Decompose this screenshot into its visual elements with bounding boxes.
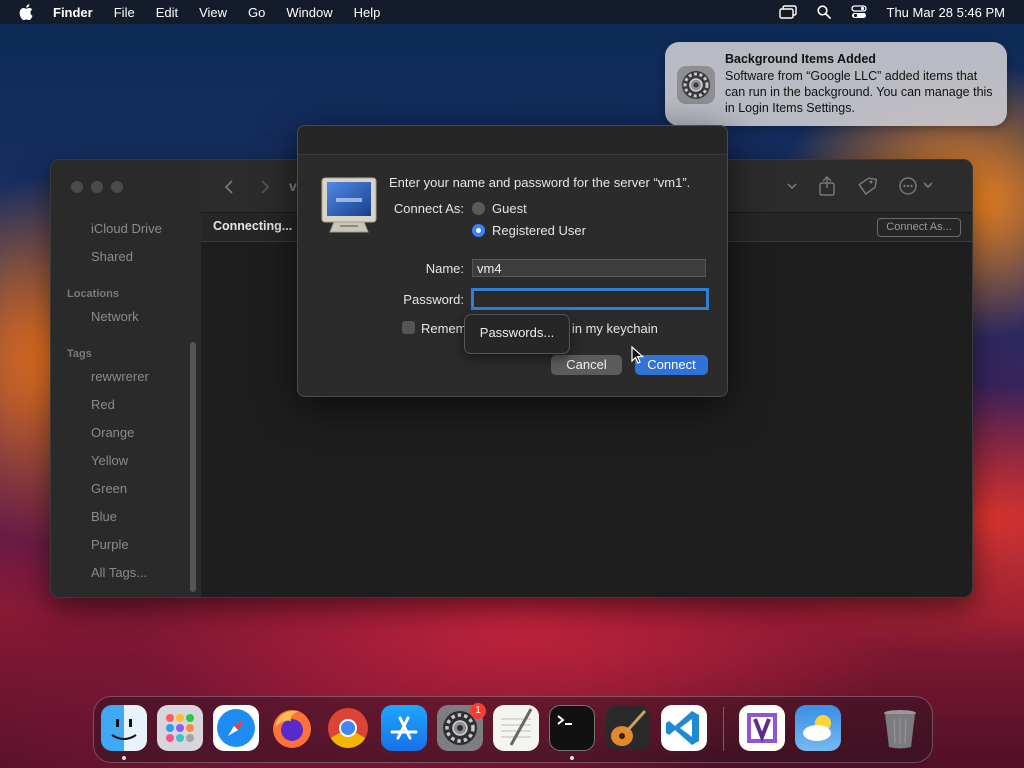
name-field[interactable]: vm4 [472, 259, 706, 277]
dock-trash[interactable] [877, 705, 923, 751]
visual-studio-icon [747, 713, 777, 743]
sidebar-item-shared[interactable]: Shared [91, 249, 133, 264]
sidebar-tag-rewwrerer[interactable]: rewwrerer [91, 369, 149, 384]
dock-visual-studio[interactable] [739, 705, 785, 751]
sidebar-item-icloud-drive[interactable]: iCloud Drive [91, 221, 162, 236]
minimize-window-button[interactable] [91, 181, 103, 193]
sidebar-scrollbar[interactable] [190, 342, 196, 592]
server-login-dialog: Enter your name and password for the ser… [297, 125, 728, 397]
sidebar-all-tags[interactable]: All Tags... [91, 565, 147, 580]
dock-weather[interactable] [795, 705, 841, 751]
remember-password-checkbox[interactable] [402, 321, 415, 334]
finder-face-icon [111, 719, 137, 740]
passwords-autofill-popup[interactable]: Passwords... [464, 314, 570, 354]
more-actions-icon[interactable] [899, 177, 937, 195]
sidebar-tag-red[interactable]: Red [91, 397, 115, 412]
remember-label-part1: Remem [421, 321, 467, 336]
radio-registered-user[interactable]: Registered User [472, 223, 586, 238]
finder-sidebar: iCloud Drive Shared Locations Network Ta… [51, 160, 201, 597]
sidebar-tag-purple[interactable]: Purple [91, 537, 129, 552]
password-label: Password: [403, 292, 464, 307]
cancel-button[interactable]: Cancel [551, 355, 622, 375]
sidebar-item-network[interactable]: Network [91, 309, 139, 324]
apple-menu-icon[interactable] [19, 4, 33, 20]
menu-bar: Finder File Edit View Go Window Help Thu… [0, 0, 1024, 24]
terminal-running-indicator [570, 756, 574, 760]
menu-window[interactable]: Window [286, 5, 332, 20]
sidebar-tag-blue[interactable]: Blue [91, 509, 117, 524]
vscode-icon [666, 711, 699, 745]
menu-edit[interactable]: Edit [156, 5, 178, 20]
radio-registered-label: Registered User [492, 223, 586, 238]
background-items-notification[interactable]: Background Items Added Software from “Go… [665, 42, 1007, 126]
launchpad-grid-icon [166, 714, 194, 742]
dock-firefox[interactable] [269, 705, 315, 751]
radio-guest-indicator[interactable] [472, 202, 485, 215]
remember-label-part2: d in my keychain [561, 321, 658, 336]
window-controls [71, 181, 123, 193]
menu-app-name[interactable]: Finder [53, 5, 93, 20]
connect-as-button[interactable]: Connect As... [877, 218, 961, 237]
dock-vscode[interactable] [661, 705, 707, 751]
dock-separator [723, 707, 724, 751]
control-center-icon[interactable] [850, 5, 867, 19]
spotlight-search-icon[interactable] [816, 5, 831, 19]
dock-terminal[interactable] [549, 705, 595, 751]
textedit-pen-icon [501, 708, 533, 746]
terminal-prompt-icon [557, 715, 572, 725]
safari-compass-icon [217, 709, 255, 747]
sidebar-section-locations: Locations [67, 288, 119, 300]
back-chevron-icon[interactable] [224, 179, 234, 195]
app-store-icon [390, 716, 418, 740]
connecting-status: Connecting... [213, 219, 293, 233]
radio-registered-indicator[interactable] [472, 224, 485, 237]
system-settings-gear-icon [677, 66, 715, 104]
radio-guest-label: Guest [492, 201, 527, 216]
forward-chevron-icon[interactable] [260, 179, 270, 195]
tag-icon[interactable] [857, 177, 877, 197]
menu-go[interactable]: Go [248, 5, 265, 20]
notification-title: Background Items Added [725, 52, 876, 66]
server-computer-icon [321, 177, 377, 233]
sidebar-tag-orange[interactable]: Orange [91, 425, 134, 440]
view-options-chevron-icon[interactable] [787, 181, 797, 191]
close-window-button[interactable] [71, 181, 83, 193]
dock-finder[interactable] [101, 705, 147, 751]
password-field[interactable] [471, 288, 709, 310]
finder-running-indicator [122, 756, 126, 760]
firefox-icon [273, 710, 311, 748]
dock-garageband[interactable] [605, 705, 651, 751]
menu-clock[interactable]: Thu Mar 28 5:46 PM [887, 5, 1006, 20]
connect-as-label: Connect As: [393, 201, 464, 216]
name-label: Name: [425, 261, 464, 276]
menu-file[interactable]: File [114, 5, 135, 20]
share-icon[interactable] [818, 176, 836, 196]
dock-app-store[interactable] [381, 705, 427, 751]
menu-view[interactable]: View [199, 5, 227, 20]
dock-launchpad[interactable] [157, 705, 203, 751]
weather-cloud-icon [803, 715, 831, 741]
dock-chrome[interactable] [325, 705, 371, 751]
mouse-cursor-icon [631, 346, 644, 364]
system-settings-badge: 1 [470, 703, 486, 719]
dialog-prompt: Enter your name and password for the ser… [389, 175, 691, 190]
sidebar-tag-yellow[interactable]: Yellow [91, 453, 128, 468]
trash-can-icon [884, 710, 916, 749]
dock: 1 [93, 696, 933, 763]
chrome-icon [328, 708, 368, 748]
sidebar-section-tags: Tags [67, 348, 92, 360]
zoom-window-button[interactable] [111, 181, 123, 193]
dock-safari[interactable] [213, 705, 259, 751]
garageband-guitar-icon [606, 706, 650, 750]
connect-button[interactable]: Connect [635, 355, 708, 375]
dock-textedit[interactable] [493, 705, 539, 751]
radio-guest[interactable]: Guest [472, 201, 527, 216]
dialog-title-bar [298, 126, 727, 155]
menu-help[interactable]: Help [354, 5, 381, 20]
notification-body: Software from “Google LLC” added items t… [725, 69, 993, 115]
sidebar-tag-green[interactable]: Green [91, 481, 127, 496]
screen-mirroring-icon[interactable] [778, 5, 797, 19]
